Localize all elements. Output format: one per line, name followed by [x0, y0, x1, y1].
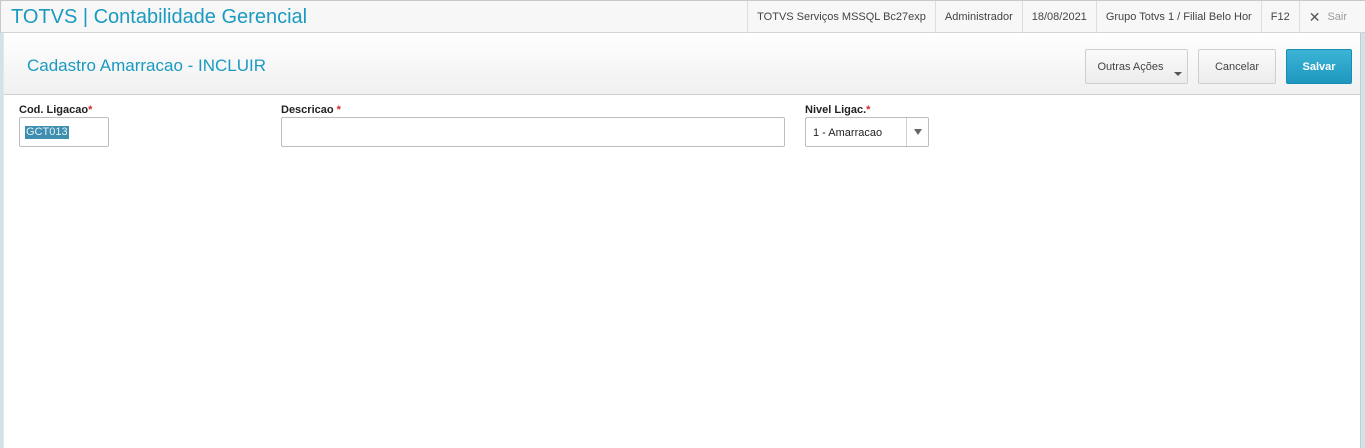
descricao-label: Descricao *: [281, 104, 341, 116]
cod-ligacao-label: Cod. Ligacao*: [19, 104, 92, 116]
descricao-input[interactable]: [281, 117, 785, 147]
cod-ligacao-input[interactable]: GCT013: [19, 117, 109, 147]
nivel-ligac-select[interactable]: 1 - Amarracao: [805, 117, 929, 147]
chevron-down-icon: [914, 129, 922, 135]
top-bar: TOTVS | Contabilidade Gerencial TOTVS Se…: [0, 0, 1365, 33]
page-title: Cadastro Amarracao - INCLUIR: [27, 56, 267, 75]
required-mark: *: [88, 104, 93, 116]
cod-ligacao-label-text: Cod. Ligacao: [19, 104, 89, 116]
exit-label: Sair: [1327, 11, 1347, 23]
page-header: Cadastro Amarracao - INCLUIR Outras Açõe…: [4, 33, 1360, 95]
nivel-ligac-label: Nivel Ligac.*: [805, 104, 870, 116]
nivel-ligac-value: 1 - Amarracao: [813, 127, 883, 139]
app-title: TOTVS | Contabilidade Gerencial: [11, 6, 308, 28]
other-actions-label: Outras Ações: [1097, 60, 1164, 73]
nivel-ligac-label-text: Nivel Ligac.: [805, 104, 867, 116]
form-area: Cod. Ligacao* GCT013 Descricao * Nivel L…: [4, 96, 1360, 448]
server-info: TOTVS Serviços MSSQL Bc27exp: [747, 1, 935, 33]
exit-button[interactable]: ✕ Sair: [1298, 1, 1365, 33]
cancel-button[interactable]: Cancelar: [1198, 49, 1276, 84]
help-key[interactable]: F12: [1260, 1, 1299, 33]
user-info: Administrador: [934, 1, 1022, 33]
top-bar-info: TOTVS Serviços MSSQL Bc27exp Administrad…: [747, 1, 1365, 33]
cod-ligacao-value: GCT013: [25, 126, 69, 139]
descricao-label-text: Descricao: [281, 104, 337, 116]
date-info: 18/08/2021: [1021, 1, 1096, 33]
other-actions-button[interactable]: Outras Ações: [1085, 49, 1188, 84]
branch-info[interactable]: Grupo Totvs 1 / Filial Belo Hor: [1095, 1, 1261, 33]
save-button[interactable]: Salvar: [1286, 49, 1352, 84]
dropdown-toggle[interactable]: [906, 118, 928, 146]
close-icon: ✕: [1308, 8, 1321, 25]
chevron-down-icon: [1174, 72, 1182, 76]
required-mark: *: [336, 104, 341, 116]
required-mark: *: [866, 104, 871, 116]
right-border: [1360, 33, 1365, 448]
